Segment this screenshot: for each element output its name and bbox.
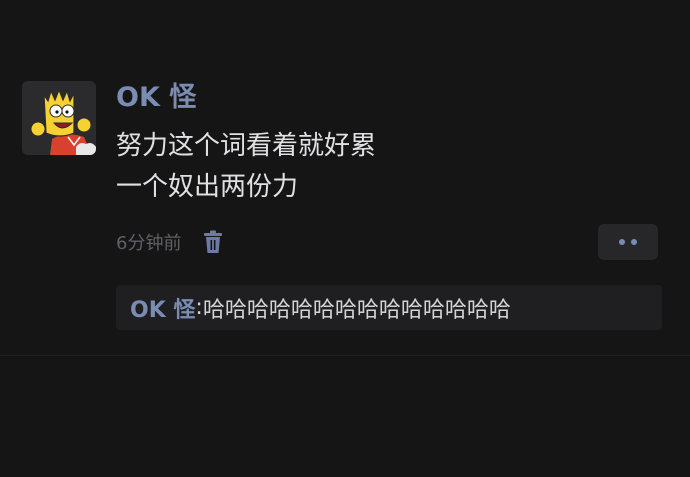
comment-separator: : (195, 295, 203, 320)
comment-panel: OK 怪: 哈哈哈哈哈哈哈哈哈哈哈哈哈哈 (116, 285, 662, 330)
delete-button[interactable] (201, 228, 225, 256)
more-dots-icon (631, 239, 637, 245)
moment-post: OK 怪 努力这个词看着就好累 一个奴出两份力 6分钟前 OK 怪: 哈哈哈哈哈… (0, 0, 690, 356)
avatar[interactable] (22, 81, 96, 155)
trash-icon (204, 230, 223, 253)
comment-text: 哈哈哈哈哈哈哈哈哈哈哈哈哈哈 (202, 297, 511, 323)
cartoon-boy-avatar-icon (22, 81, 96, 155)
post-content-line: 努力这个词看着就好累 (116, 131, 377, 161)
divider (0, 355, 690, 356)
post-meta: 6分钟前 (116, 226, 225, 258)
post-content-line: 一个奴出两份力 (116, 172, 299, 202)
more-dots-icon (619, 239, 625, 245)
post-content: 努力这个词看着就好累 一个奴出两份力 (116, 126, 636, 208)
post-time: 6分钟前 (116, 233, 182, 254)
comment-item[interactable]: OK 怪: 哈哈哈哈哈哈哈哈哈哈哈哈哈哈 (130, 285, 511, 330)
comment-author[interactable]: OK 怪 (130, 292, 195, 324)
post-username[interactable]: OK 怪 (116, 80, 196, 116)
more-button[interactable] (598, 224, 658, 260)
